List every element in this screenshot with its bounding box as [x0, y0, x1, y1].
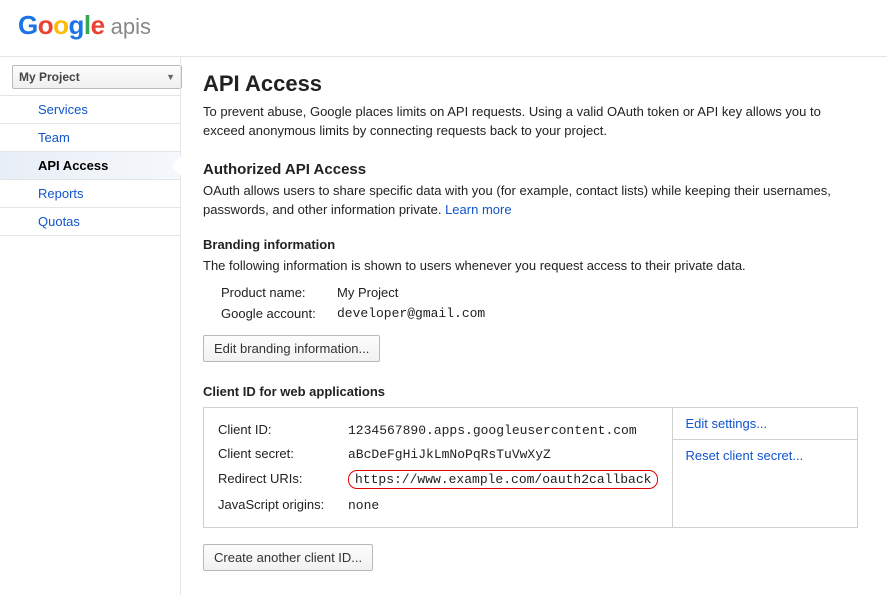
product-name-row: Product name: My Project [203, 285, 858, 300]
client-id-row: Client ID: 1234567890.apps.googleusercon… [218, 418, 658, 442]
branding-description: The following information is shown to us… [203, 258, 858, 273]
sidebar-label: Team [38, 130, 70, 145]
edit-branding-button[interactable]: Edit branding information... [203, 335, 380, 362]
learn-more-link[interactable]: Learn more [445, 202, 511, 217]
reset-client-secret-link[interactable]: Reset client secret... [673, 440, 857, 471]
logo: Google apis [18, 10, 151, 41]
client-id-table: Client ID: 1234567890.apps.googleusercon… [203, 407, 673, 528]
js-origins-label: JavaScript origins: [218, 497, 348, 512]
create-client-id-button[interactable]: Create another client ID... [203, 544, 373, 571]
sidebar-item-quotas[interactable]: Quotas [0, 208, 180, 236]
redirect-uris-value: https://www.example.com/oauth2callback [348, 470, 658, 489]
google-account-label: Google account: [221, 306, 337, 321]
header: Google apis [0, 0, 887, 47]
google-account-value: developer@gmail.com [337, 306, 485, 321]
logo-suffix: apis [111, 14, 151, 40]
authorized-description: OAuth allows users to share specific dat… [203, 182, 858, 220]
js-origins-value: none [348, 498, 379, 513]
top-divider [0, 47, 887, 57]
redirect-uris-label: Redirect URIs: [218, 471, 348, 486]
page-description: To prevent abuse, Google places limits o… [203, 103, 858, 141]
client-id-label: Client ID: [218, 422, 348, 437]
chevron-down-icon: ▼ [166, 72, 175, 82]
sidebar-item-team[interactable]: Team [0, 124, 180, 152]
client-id-heading: Client ID for web applications [203, 384, 858, 399]
product-name-value: My Project [337, 285, 398, 300]
sidebar-label: Reports [38, 186, 84, 201]
branding-heading: Branding information [203, 237, 858, 252]
sidebar-nav: Services Team API Access Reports Quotas [0, 95, 180, 236]
sidebar-item-services[interactable]: Services [0, 96, 180, 124]
client-secret-value: aBcDeFgHiJkLmNoPqRsTuVwXyZ [348, 447, 551, 462]
client-id-box: Client ID: 1234567890.apps.googleusercon… [203, 407, 858, 528]
sidebar: My Project ▼ Services Team API Access Re… [0, 57, 180, 595]
google-logo: Google [18, 10, 105, 41]
client-secret-row: Client secret: aBcDeFgHiJkLmNoPqRsTuVwXy… [218, 442, 658, 466]
edit-settings-link[interactable]: Edit settings... [673, 408, 857, 440]
client-actions: Edit settings... Reset client secret... [673, 407, 858, 528]
client-secret-label: Client secret: [218, 446, 348, 461]
authorized-desc-text: OAuth allows users to share specific dat… [203, 183, 831, 217]
project-selector[interactable]: My Project ▼ [12, 65, 182, 89]
project-selector-label: My Project [19, 70, 80, 84]
client-id-value: 1234567890.apps.googleusercontent.com [348, 423, 637, 438]
js-origins-row: JavaScript origins: none [218, 493, 658, 517]
page-title: API Access [203, 71, 858, 97]
sidebar-label: Services [38, 102, 88, 117]
google-account-row: Google account: developer@gmail.com [203, 306, 858, 321]
sidebar-label: API Access [38, 158, 108, 173]
authorized-heading: Authorized API Access [203, 161, 858, 178]
sidebar-label: Quotas [38, 214, 80, 229]
redirect-uris-row: Redirect URIs: https://www.example.com/o… [218, 466, 658, 493]
sidebar-item-api-access[interactable]: API Access [0, 152, 180, 180]
product-name-label: Product name: [221, 285, 337, 300]
main-content: API Access To prevent abuse, Google plac… [180, 57, 880, 595]
sidebar-item-reports[interactable]: Reports [0, 180, 180, 208]
